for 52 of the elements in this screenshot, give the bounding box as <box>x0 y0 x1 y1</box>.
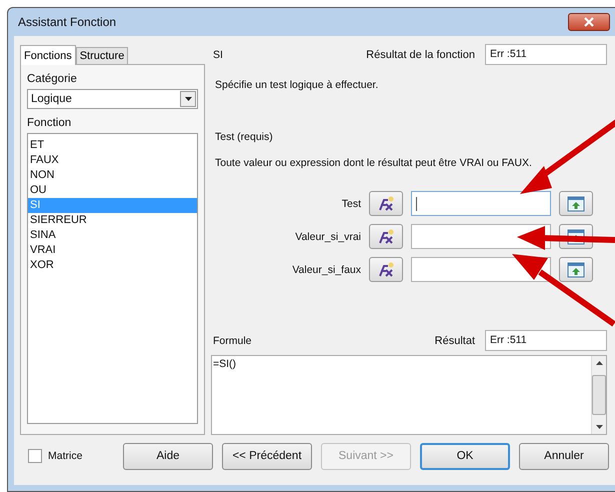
formula-editor[interactable]: =SI() <box>211 355 607 435</box>
dialog-button[interactable]: OK <box>420 442 510 470</box>
matrix-checkbox[interactable] <box>28 449 42 463</box>
function-item[interactable]: VRAI <box>28 243 197 258</box>
close-button[interactable] <box>568 13 610 31</box>
argument-label: Valeur_si_faux <box>291 264 361 276</box>
argument-label: Test <box>340 198 361 210</box>
function-item[interactable]: SINA <box>28 228 197 243</box>
shrink-button[interactable] <box>559 257 593 282</box>
argument-title: Test (requis) <box>214 131 274 143</box>
close-icon <box>583 17 595 27</box>
function-description: Spécifie un test logique à effectuer. <box>214 79 380 91</box>
dropdown-button[interactable] <box>180 91 196 107</box>
function-item[interactable]: XOR <box>28 258 197 273</box>
scroll-up-icon <box>596 361 602 365</box>
function-name: SI <box>212 48 223 60</box>
result-field: Err :511 <box>485 330 607 351</box>
fx-icon <box>376 262 396 278</box>
function-result-label: Résultat de la fonction <box>366 48 475 60</box>
function-result-field: Err :511 <box>485 44 607 65</box>
fx-icon <box>376 228 396 244</box>
function-wizard-button[interactable] <box>369 257 403 282</box>
dialog-button[interactable]: Aide <box>123 442 213 470</box>
tab[interactable]: Structure <box>76 47 128 64</box>
caret-icon <box>184 97 192 101</box>
shrink-button[interactable] <box>559 191 593 216</box>
argument-help: Toute valeur ou expression dont le résultat peut être VRAI ou FAUX. <box>214 157 533 169</box>
category-dropdown[interactable]: Logique <box>27 89 198 109</box>
category-label: Catégorie <box>27 73 78 85</box>
function-item[interactable]: FAUX <box>28 153 197 168</box>
function-item[interactable]: ET <box>28 138 197 153</box>
scroll-thumb[interactable] <box>592 375 606 415</box>
tab[interactable]: Fonctions <box>20 45 76 65</box>
argument-field[interactable] <box>411 224 551 249</box>
function-wizard-button[interactable] <box>369 224 403 249</box>
function-wizard-button[interactable] <box>369 191 403 216</box>
argument-field[interactable] <box>411 191 551 216</box>
function-item[interactable]: OU <box>28 183 197 198</box>
function-item[interactable]: SIERREUR <box>28 213 197 228</box>
argument-label: Valeur_si_vrai <box>294 230 361 242</box>
dialog-button[interactable]: Annuler <box>519 442 609 470</box>
scrollbar[interactable] <box>591 356 606 434</box>
matrix-label: Matrice <box>48 450 82 462</box>
dialog-button[interactable]: << Précédent <box>222 442 312 470</box>
result-label: Résultat <box>434 334 475 346</box>
formula-label: Formule <box>212 334 252 346</box>
window-title: Assistant Fonction <box>18 15 118 29</box>
fx-icon <box>376 196 396 212</box>
scroll-down-icon <box>596 425 602 429</box>
function-label: Fonction <box>27 117 72 129</box>
function-item[interactable]: NON <box>28 168 197 183</box>
formula-text: =SI() <box>212 357 238 372</box>
